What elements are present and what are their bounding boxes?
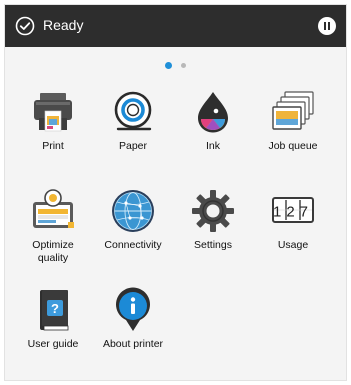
tile-label: Job queue (268, 140, 318, 152)
tile-label: User guide (27, 338, 79, 350)
printer-icon (34, 93, 72, 132)
tile-label: Connectivity (104, 239, 162, 251)
job-queue-icon (272, 91, 314, 130)
tile-about-printer[interactable]: About printer (93, 287, 173, 367)
svg-text:127: 127 (273, 204, 313, 221)
page-indicator[interactable] (5, 62, 346, 70)
tile-job-queue[interactable]: Job queue (253, 89, 333, 169)
tile-paper[interactable]: Paper (93, 89, 173, 169)
optimize-quality-icon (33, 189, 74, 228)
globe-icon (112, 190, 154, 232)
printer-home-screen: Ready Print Paper Ink Job queue Optimize… (4, 4, 347, 381)
tile-usage[interactable]: 127 Usage (253, 188, 333, 268)
counter-icon: 127 (272, 197, 314, 223)
status-text: Ready (43, 17, 84, 33)
status-bar: Ready (5, 5, 346, 47)
tile-label: Ink (205, 140, 220, 152)
tile-label: Settings (194, 239, 232, 251)
page-dot[interactable] (180, 63, 186, 68)
tile-settings[interactable]: Settings (173, 188, 253, 268)
tile-user-guide[interactable]: ? User guide (13, 287, 93, 367)
tile-print[interactable]: Print (13, 89, 93, 169)
tile-label: Usage (277, 239, 309, 251)
tile-label: About printer (102, 338, 164, 350)
tile-label: Print (42, 140, 64, 152)
gear-icon (192, 190, 234, 232)
info-pin-icon (116, 287, 150, 331)
user-guide-icon: ? (40, 290, 69, 331)
page-dot-active[interactable] (165, 62, 173, 69)
tile-label: Optimize quality (32, 239, 74, 264)
tile-connectivity[interactable]: Connectivity (93, 188, 173, 268)
tile-label: Paper (118, 140, 148, 152)
svg-text:?: ? (51, 301, 59, 316)
tile-optimize-quality[interactable]: Optimize quality (13, 188, 93, 268)
paper-roll-icon (114, 91, 152, 131)
check-circle-icon (15, 16, 35, 36)
tile-ink[interactable]: Ink (173, 89, 253, 169)
pause-icon[interactable] (318, 17, 336, 35)
ink-drop-icon (198, 92, 228, 133)
